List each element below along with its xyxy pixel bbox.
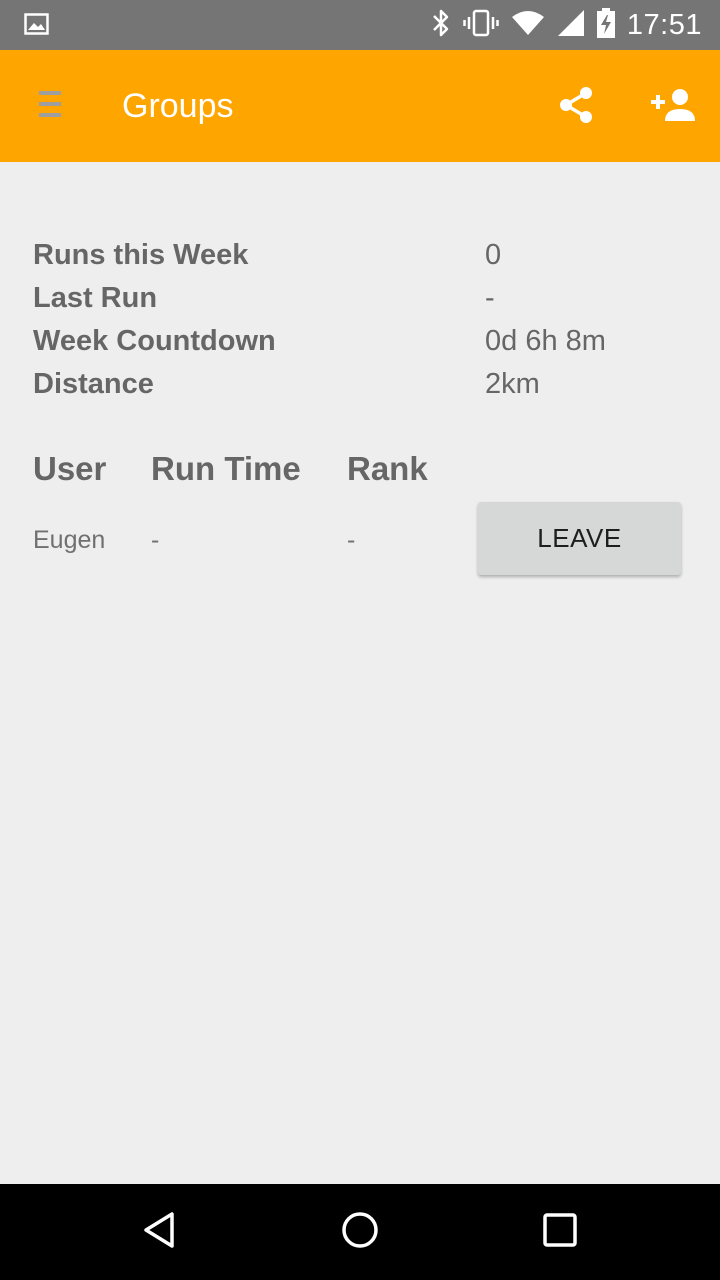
status-bar: 17:51 — [0, 0, 720, 50]
home-button[interactable] — [332, 1204, 388, 1260]
rank-cell: - — [347, 526, 356, 554]
add-user-icon — [649, 87, 697, 128]
stat-row-runs-this-week: Runs this Week 0 — [33, 234, 693, 277]
app-bar: Groups — [0, 50, 720, 162]
wifi-icon — [511, 10, 545, 41]
navigation-bar — [0, 1184, 720, 1280]
bluetooth-icon — [431, 8, 451, 43]
leave-button[interactable]: LEAVE — [478, 502, 681, 575]
stat-value: 0d 6h 8m — [485, 325, 606, 357]
signal-icon — [557, 9, 585, 42]
page-title: Groups — [122, 87, 234, 125]
stat-label: Week Countdown — [33, 325, 276, 357]
back-button[interactable] — [132, 1204, 188, 1260]
stat-value: 2km — [485, 368, 540, 400]
stat-row-last-run: Last Run - — [33, 277, 693, 320]
menu-button[interactable] — [26, 80, 74, 132]
share-button[interactable] — [550, 82, 602, 132]
stat-value: - — [485, 282, 495, 314]
share-icon — [556, 85, 596, 130]
stat-value: 0 — [485, 239, 502, 271]
recents-button[interactable] — [532, 1204, 588, 1260]
table-header: User Run Time Rank — [33, 446, 693, 492]
column-header-run-time: Run Time — [151, 450, 301, 487]
stat-row-week-countdown: Week Countdown 0d 6h 8m — [33, 320, 693, 363]
status-time: 17:51 — [626, 8, 702, 41]
add-user-button[interactable] — [644, 82, 702, 132]
run-time-cell: - — [151, 526, 160, 554]
stats-section: Runs this Week 0 Last Run - Week Countdo… — [33, 234, 693, 406]
back-icon — [140, 1210, 180, 1255]
column-header-rank: Rank — [347, 450, 428, 487]
stat-label: Last Run — [33, 282, 158, 314]
recents-icon — [540, 1210, 580, 1255]
stat-label: Runs this Week — [33, 239, 249, 271]
vibrate-icon — [463, 9, 499, 42]
image-icon — [24, 13, 49, 40]
stat-row-distance: Distance 2km — [33, 363, 693, 406]
stat-label: Distance — [33, 368, 154, 400]
home-icon — [340, 1210, 380, 1255]
groups-screen: 17:51 Groups Runs this Week 0 Last Run -… — [0, 0, 720, 1280]
user-name-cell: Eugen — [33, 526, 106, 554]
battery-charging-icon — [596, 7, 615, 43]
table-row: Eugen - - LEAVE — [33, 502, 693, 576]
menu-icon — [39, 89, 61, 124]
column-header-user: User — [33, 450, 107, 487]
